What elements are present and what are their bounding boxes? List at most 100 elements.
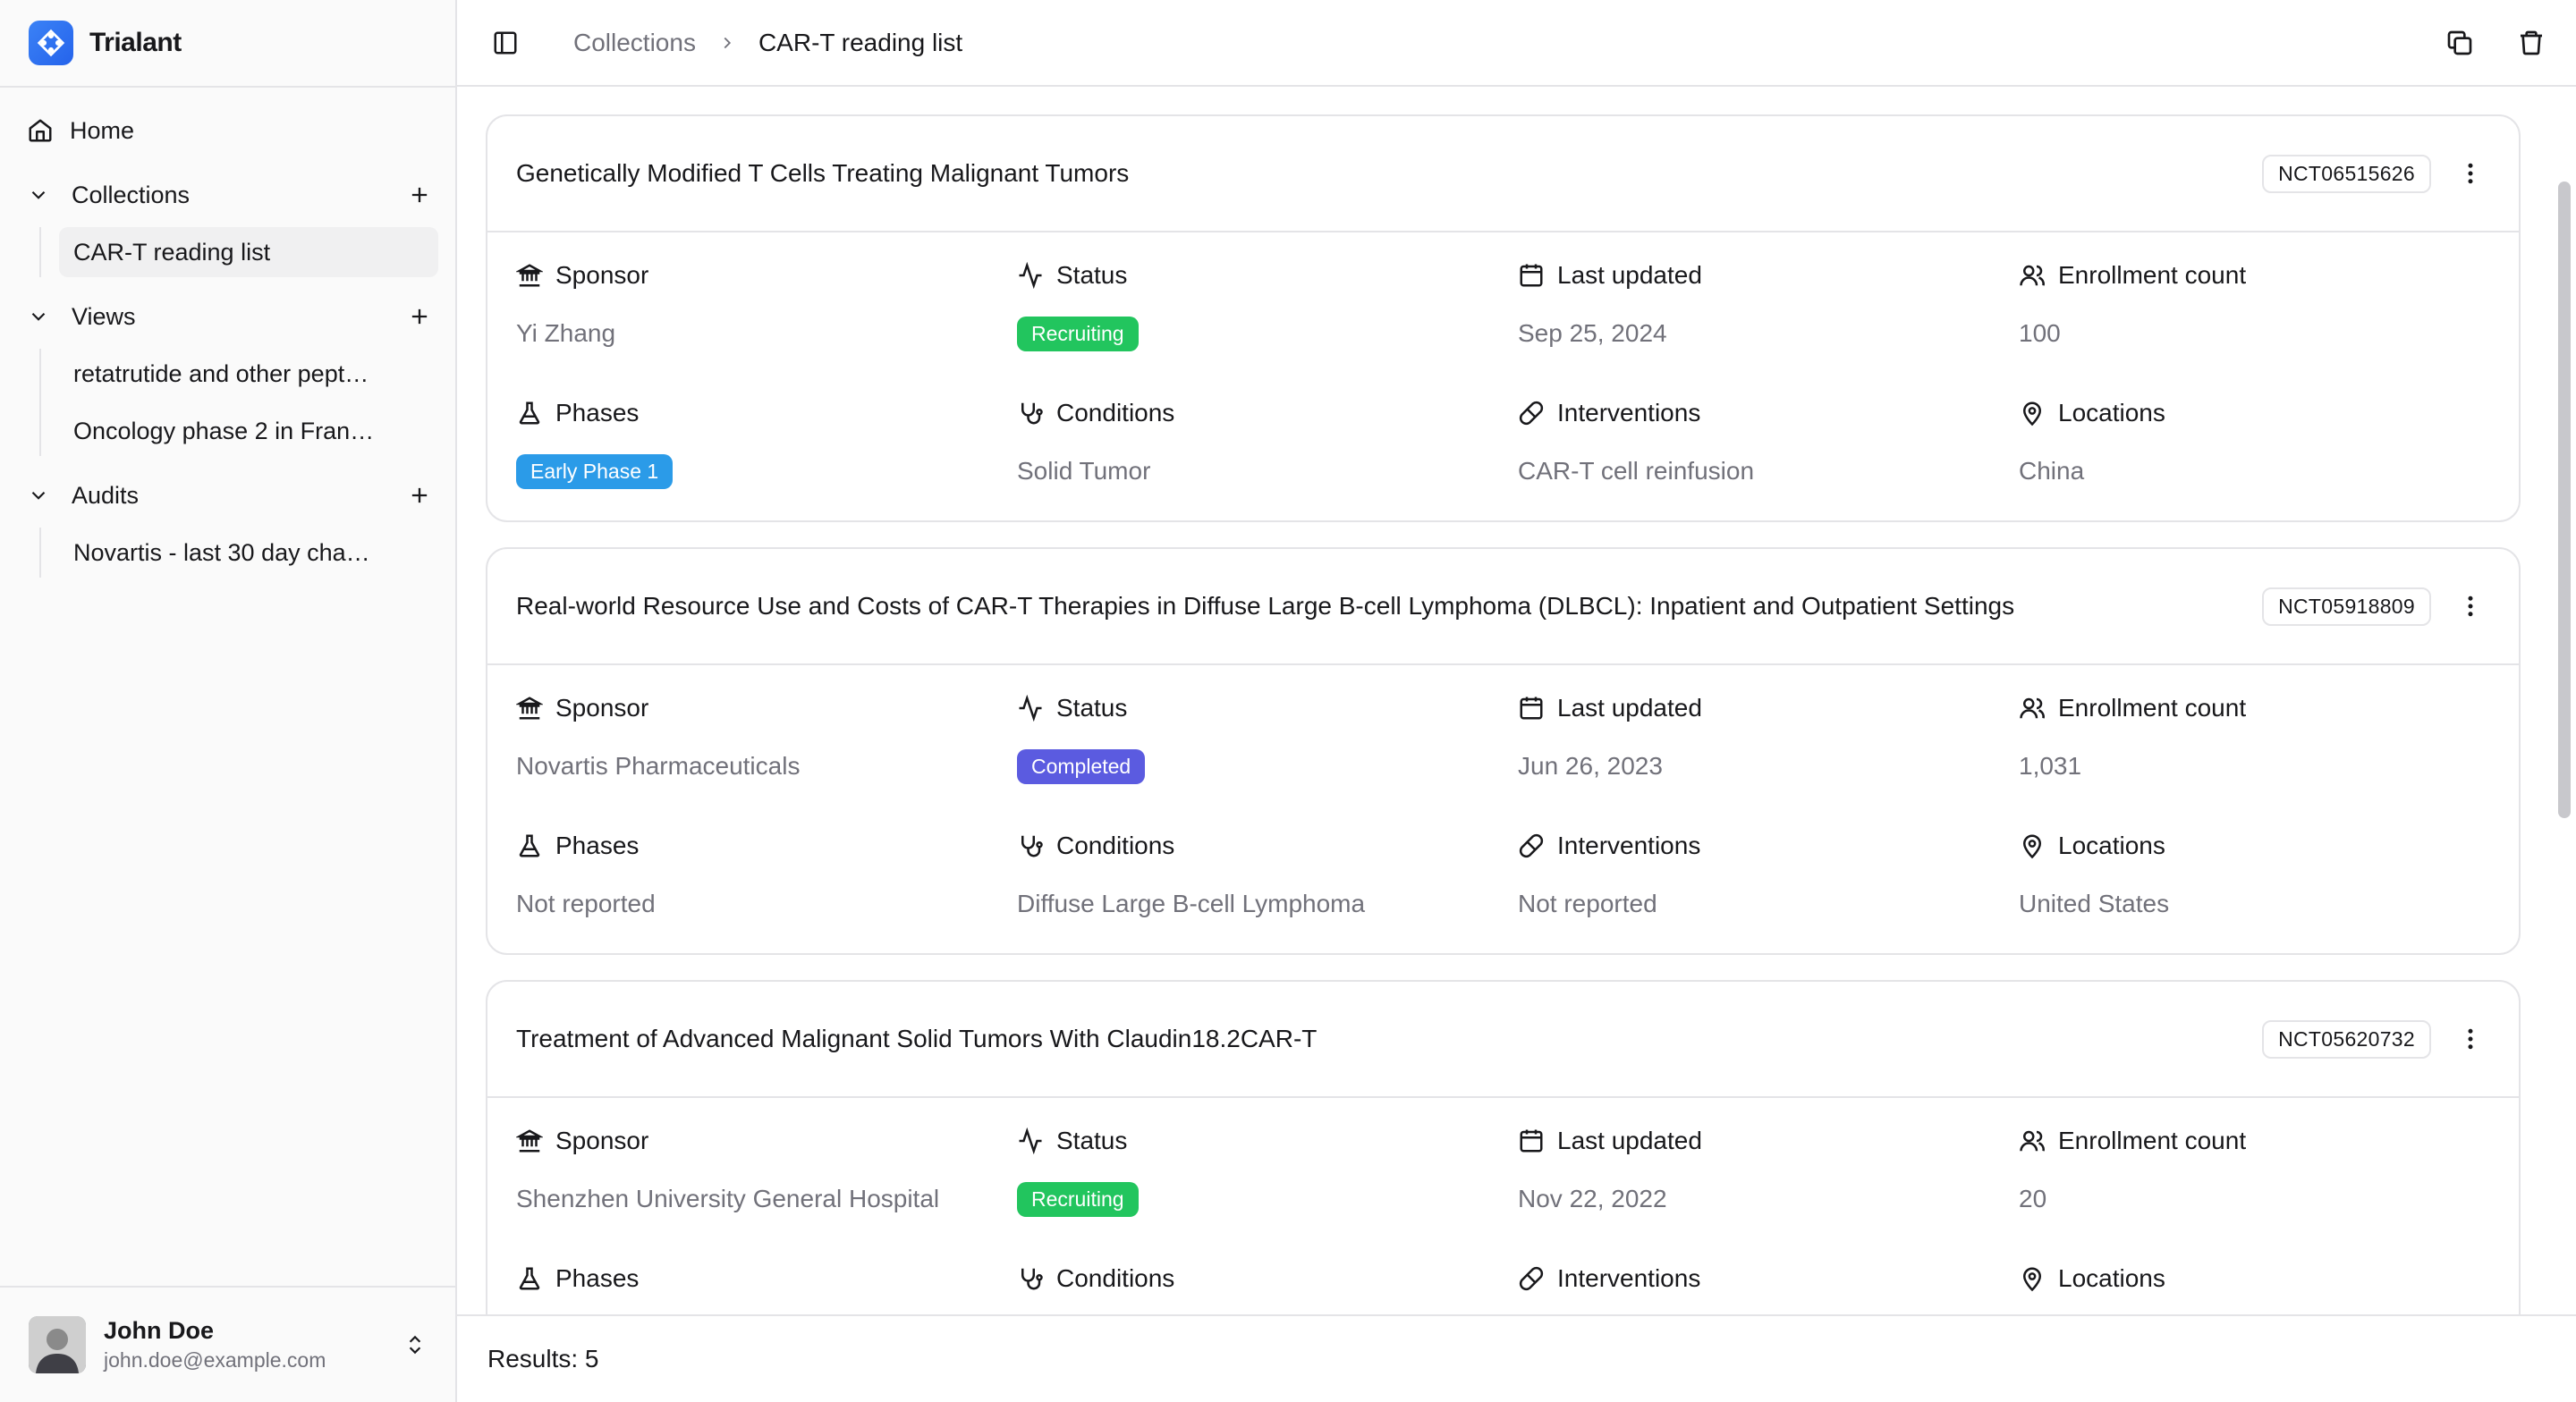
status-field: Status Completed — [1017, 690, 1518, 828]
results-count: Results: 5 — [487, 1345, 599, 1372]
conditions-value: Solid Tumor — [1017, 457, 1151, 485]
chevron-down-icon[interactable] — [27, 484, 57, 507]
field-label: Conditions — [1056, 399, 1175, 427]
conditions-field: Conditions Solid Tumor — [1017, 395, 1518, 533]
sponsor-field: Sponsor Novartis Pharmaceuticals — [516, 690, 1017, 828]
status-field: Status Recruiting — [1017, 1123, 1518, 1261]
sponsor-value: Shenzhen University General Hospital — [516, 1185, 940, 1212]
status-field: Status Recruiting — [1017, 258, 1518, 395]
more-vertical-icon[interactable] — [2451, 587, 2490, 626]
enrollment-field: Enrollment count 1,031 — [2019, 690, 2502, 828]
sidebar-section-views[interactable]: Views — [27, 297, 435, 336]
flask-icon — [516, 1265, 543, 1292]
sidebar-section-collections[interactable]: Collections — [27, 175, 435, 215]
phases-field: Phases Early Phase 1 — [516, 395, 1017, 533]
activity-icon — [1017, 695, 1044, 722]
field-label: Sponsor — [555, 694, 649, 722]
field-label: Sponsor — [555, 1127, 649, 1154]
last-updated-field: Last updated Nov 22, 2022 — [1518, 1123, 2019, 1261]
breadcrumb-collections[interactable]: Collections — [573, 29, 696, 57]
stethoscope-icon — [1017, 832, 1044, 859]
add-audit-icon[interactable] — [404, 480, 435, 511]
trialant-logo-icon — [29, 21, 73, 65]
map-pin-icon — [2019, 1265, 2046, 1292]
calendar-icon — [1518, 695, 1545, 722]
last-updated-field: Last updated Sep 25, 2024 — [1518, 258, 2019, 395]
trial-card-header: Genetically Modified T Cells Treating Ma… — [487, 116, 2519, 232]
chevron-down-icon[interactable] — [27, 305, 57, 328]
sponsor-value: Yi Zhang — [516, 319, 616, 347]
views-list: retatrutide and other pept… Oncology pha… — [39, 349, 438, 456]
field-label: Locations — [2058, 832, 2165, 859]
last-updated-value: Nov 22, 2022 — [1518, 1185, 1667, 1212]
field-label: Conditions — [1056, 1264, 1175, 1292]
field-label: Enrollment count — [2058, 261, 2247, 289]
chevron-right-icon — [717, 33, 737, 53]
user-menu[interactable]: John Doe john.doe@example.com — [0, 1286, 455, 1402]
trial-details: Sponsor Yi Zhang Status Recruiting Last … — [487, 232, 2519, 533]
pill-icon — [1518, 1265, 1545, 1292]
field-label: Enrollment count — [2058, 694, 2247, 722]
field-label: Interventions — [1557, 1264, 1701, 1292]
sidebar-item-car-t-reading-list[interactable]: CAR-T reading list — [59, 227, 438, 277]
last-updated-field: Last updated Jun 26, 2023 — [1518, 690, 2019, 828]
field-label: Last updated — [1557, 261, 1702, 289]
field-label: Sponsor — [555, 261, 649, 289]
section-label: Views — [72, 302, 136, 330]
sponsor-value: Novartis Pharmaceuticals — [516, 752, 801, 780]
trial-card[interactable]: Real-world Resource Use and Costs of CAR… — [486, 547, 2521, 955]
trial-title[interactable]: Genetically Modified T Cells Treating Ma… — [516, 159, 2262, 188]
sidebar-item-home[interactable]: Home — [27, 111, 134, 150]
avatar — [29, 1316, 86, 1373]
field-label: Conditions — [1056, 832, 1175, 859]
landmark-icon — [516, 262, 543, 289]
pill-icon — [1518, 400, 1545, 427]
nct-id-badge[interactable]: NCT06515626 — [2262, 154, 2431, 193]
sidebar-section-audits[interactable]: Audits — [27, 476, 435, 515]
brand[interactable]: Trialant — [29, 20, 182, 66]
sidebar: Trialant Home Collections CAR-T reading … — [0, 0, 457, 1402]
trash-icon[interactable] — [2512, 23, 2551, 63]
scrollbar-thumb[interactable] — [2558, 182, 2571, 818]
users-icon — [2019, 1128, 2046, 1154]
sidebar-item-audit[interactable]: Novartis - last 30 day cha… — [59, 528, 438, 578]
more-vertical-icon[interactable] — [2451, 1019, 2490, 1059]
duplicate-icon[interactable] — [2440, 23, 2479, 63]
field-label: Enrollment count — [2058, 1127, 2247, 1154]
trial-card[interactable]: Treatment of Advanced Malignant Solid Tu… — [486, 980, 2521, 1314]
add-collection-icon[interactable] — [404, 180, 435, 210]
trial-list: Genetically Modified T Cells Treating Ma… — [457, 87, 2576, 1314]
user-name: John Doe — [104, 1317, 215, 1344]
calendar-icon — [1518, 262, 1545, 289]
trial-title[interactable]: Real-world Resource Use and Costs of CAR… — [516, 592, 2262, 621]
brand-name: Trialant — [89, 28, 182, 57]
more-vertical-icon[interactable] — [2451, 154, 2490, 193]
nct-id-badge[interactable]: NCT05918809 — [2262, 587, 2431, 626]
chevron-down-icon[interactable] — [27, 183, 57, 207]
breadcrumb: Collections CAR-T reading list — [573, 0, 962, 86]
users-icon — [2019, 262, 2046, 289]
last-updated-value: Sep 25, 2024 — [1518, 319, 1667, 347]
app-root: Trialant Home Collections CAR-T reading … — [0, 0, 2576, 1402]
activity-icon — [1017, 262, 1044, 289]
chevrons-up-down-icon[interactable] — [403, 1331, 427, 1358]
phases-field: Phases — [516, 1261, 1017, 1314]
sidebar-divider — [0, 86, 455, 88]
locations-field: Locations China — [2019, 395, 2502, 533]
trial-title[interactable]: Treatment of Advanced Malignant Solid Tu… — [516, 1025, 2262, 1053]
user-info: John Doe john.doe@example.com — [104, 1317, 386, 1372]
add-view-icon[interactable] — [404, 301, 435, 332]
field-label: Locations — [2058, 399, 2165, 427]
field-label: Status — [1056, 261, 1128, 289]
locations-field: Locations United States — [2019, 828, 2502, 966]
locations-field: Locations — [2019, 1261, 2502, 1314]
sidebar-item-view[interactable]: retatrutide and other pept… — [59, 349, 438, 399]
field-label: Status — [1056, 694, 1128, 722]
sidebar-toggle-icon[interactable] — [486, 23, 525, 63]
nct-id-badge[interactable]: NCT05620732 — [2262, 1019, 2431, 1059]
trial-card[interactable]: Genetically Modified T Cells Treating Ma… — [486, 114, 2521, 522]
locations-value: China — [2019, 457, 2085, 485]
status-badge: Completed — [1017, 748, 1146, 784]
interventions-value: Not reported — [1518, 890, 1657, 917]
sidebar-item-view[interactable]: Oncology phase 2 in Fran… — [59, 406, 438, 456]
